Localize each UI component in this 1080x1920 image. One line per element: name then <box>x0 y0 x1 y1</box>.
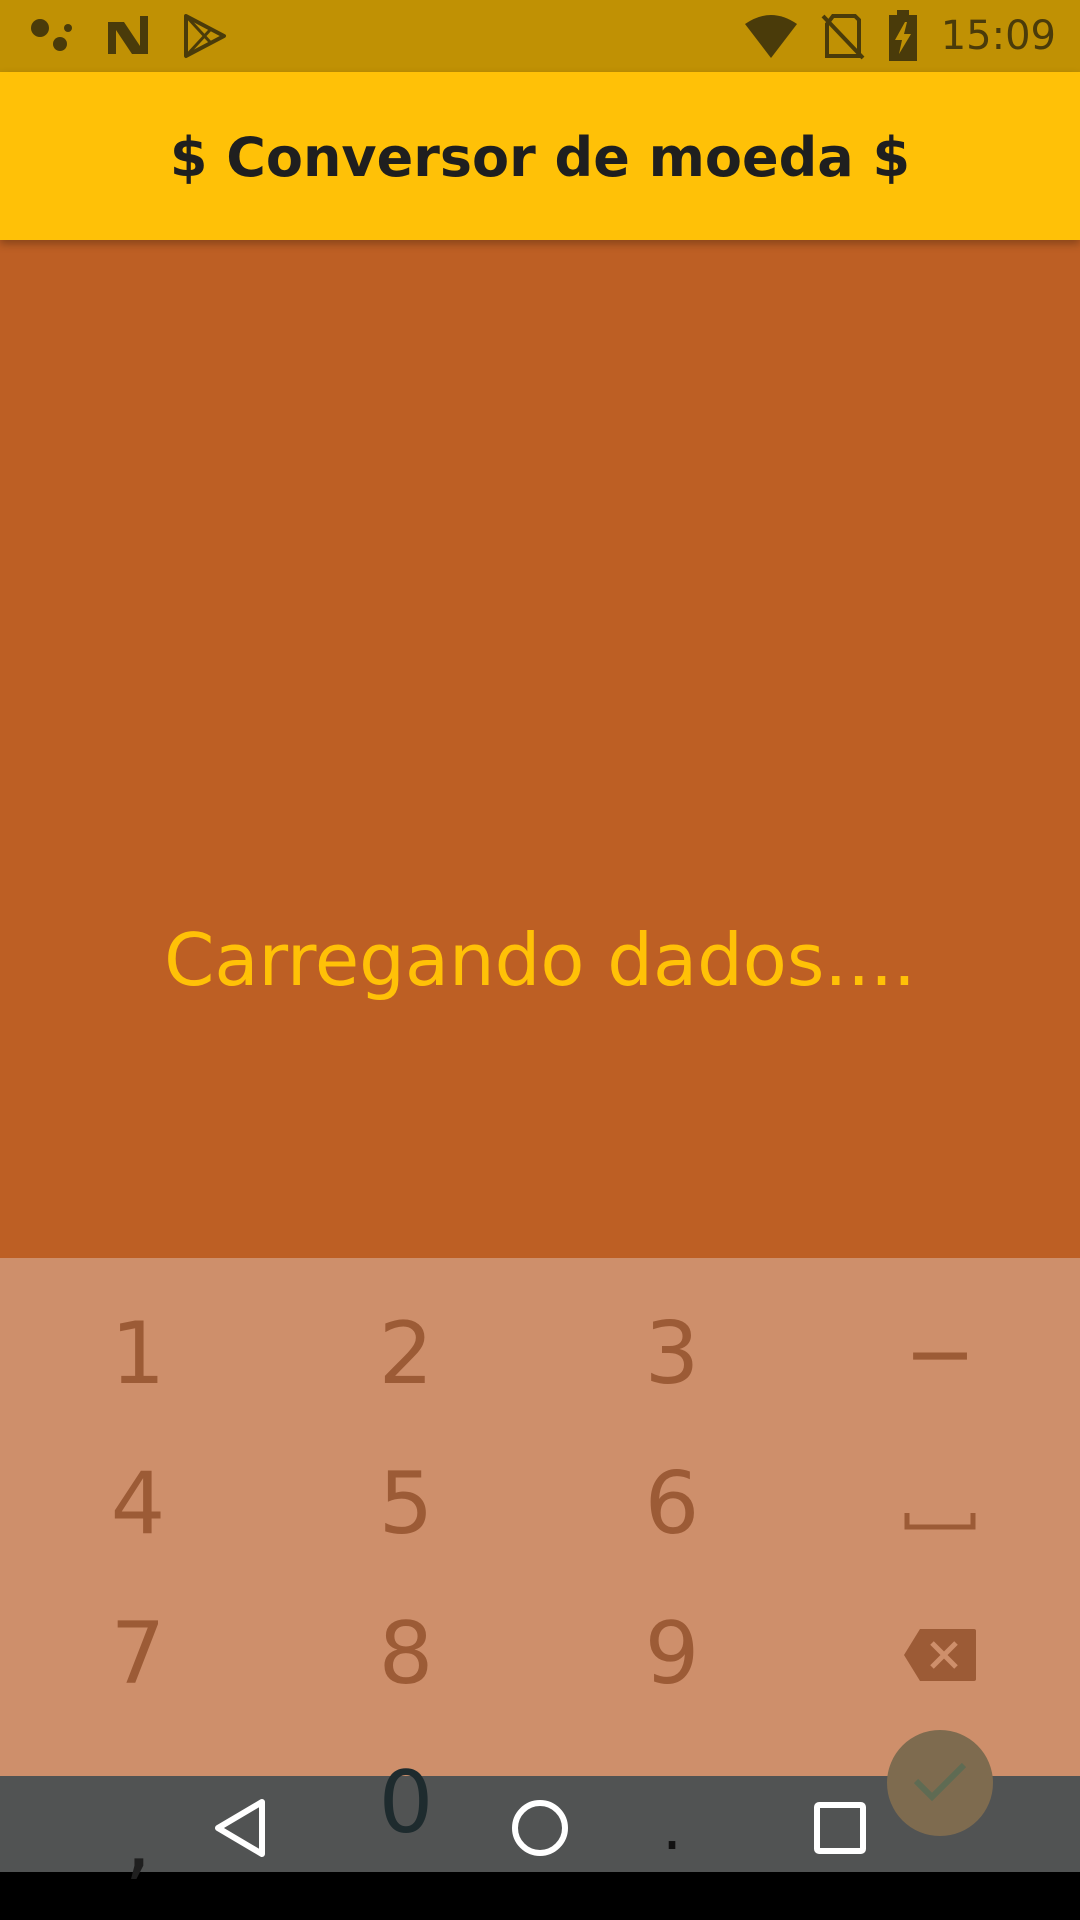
screen: 15:09 $ Conversor de moeda $ Carregando … <box>0 0 1080 1920</box>
space-icon <box>904 1454 976 1554</box>
key-space[interactable] <box>840 1444 1040 1564</box>
app-bar: $ Conversor de moeda $ <box>0 72 1080 240</box>
key-8[interactable]: 8 <box>306 1594 506 1714</box>
assistant-icon <box>28 12 76 60</box>
confirm-button[interactable] <box>887 1730 993 1836</box>
key-0[interactable]: 0 <box>346 1744 466 1862</box>
no-sim-icon <box>821 12 865 60</box>
key-6[interactable]: 6 <box>572 1444 772 1564</box>
key-4[interactable]: 4 <box>38 1444 238 1564</box>
recents-icon <box>814 1802 866 1858</box>
key-1[interactable]: 1 <box>38 1294 238 1414</box>
back-icon <box>212 1798 268 1862</box>
wifi-icon <box>743 12 799 60</box>
content-area <box>0 240 1080 1258</box>
key-period[interactable]: . <box>640 1791 704 1865</box>
app-title: $ Conversor de moeda $ <box>169 125 911 189</box>
key-minus[interactable]: − <box>840 1294 1040 1414</box>
play-store-icon <box>180 12 228 60</box>
status-left-icons <box>28 12 228 60</box>
key-7[interactable]: 7 <box>38 1594 238 1714</box>
key-3[interactable]: 3 <box>572 1294 772 1414</box>
n-logo-icon <box>104 12 152 60</box>
nav-back-button[interactable] <box>200 1790 280 1870</box>
key-9[interactable]: 9 <box>572 1594 772 1714</box>
nav-home-button[interactable] <box>500 1790 580 1870</box>
key-comma[interactable]: , <box>98 1790 178 1890</box>
key-2[interactable]: 2 <box>306 1294 506 1414</box>
status-right-icons: 15:09 <box>743 10 1056 62</box>
key-backspace[interactable] <box>840 1594 1040 1714</box>
battery-charging-icon <box>887 10 919 62</box>
backspace-icon <box>902 1604 978 1704</box>
nav-recents-button[interactable] <box>800 1790 880 1870</box>
status-bar: 15:09 <box>0 0 1080 72</box>
home-icon <box>510 1798 570 1862</box>
key-5[interactable]: 5 <box>306 1444 506 1564</box>
loading-text: Carregando dados.... <box>164 918 916 1002</box>
check-icon <box>912 1759 968 1807</box>
status-time: 15:09 <box>940 13 1056 59</box>
